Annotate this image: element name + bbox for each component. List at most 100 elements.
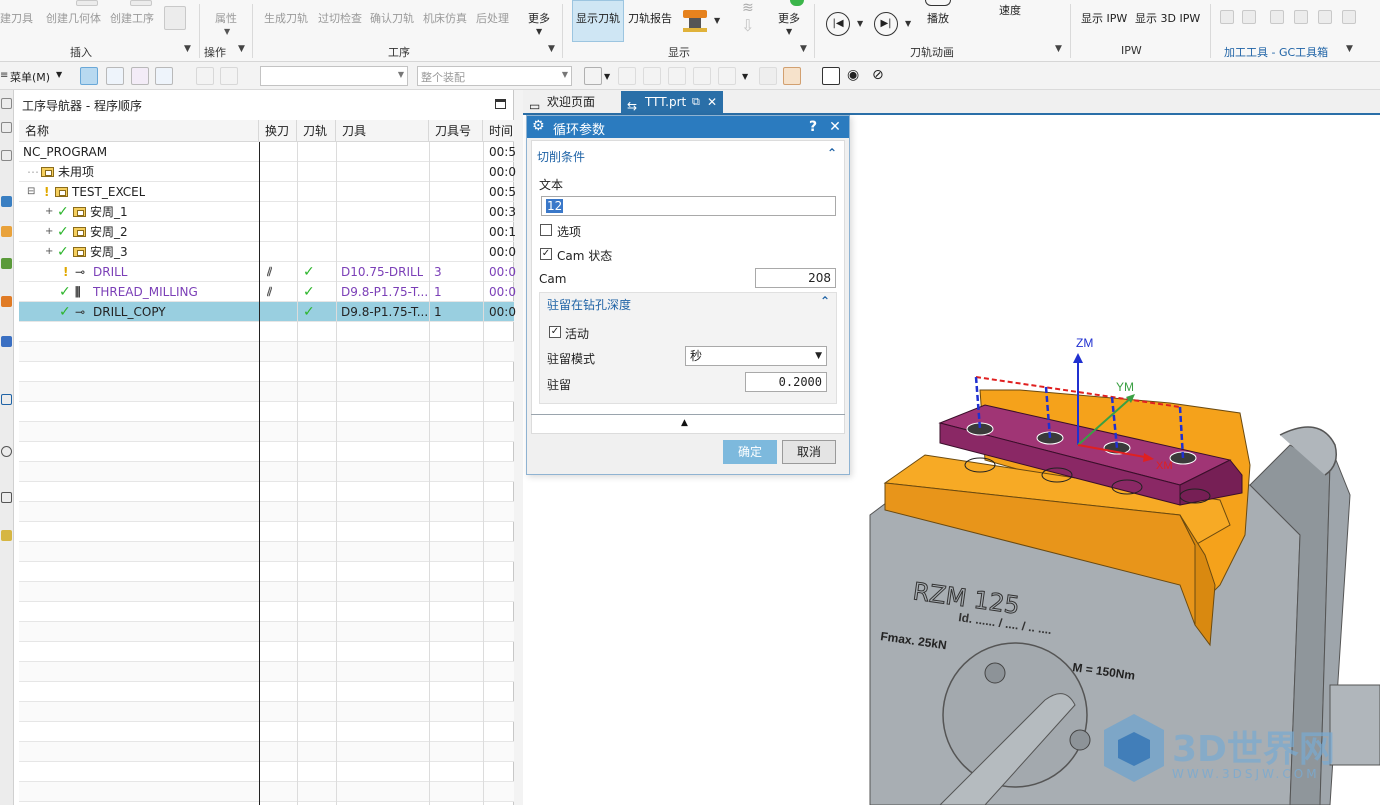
col-name[interactable]: 名称 [19,120,259,142]
group-gc-expander[interactable]: ▼ [1346,44,1353,54]
properties-button[interactable]: 属性 [215,10,237,26]
resource-icon-2[interactable] [1,122,12,133]
dwell-mode-select[interactable]: 秒 ▼ [685,346,827,366]
resource-icon-3[interactable] [1,150,12,161]
group-animation-expander[interactable]: ▼ [1055,44,1062,54]
play-button[interactable]: 播放 [927,10,949,26]
dwell-section-header[interactable]: 驻留在钻孔深度 [547,296,631,313]
show-3d-ipw-button[interactable]: 显示 3D IPW [1135,10,1200,26]
gc-tool-icon-2[interactable] [1242,10,1256,24]
step-back-icon[interactable]: |◀ [826,12,850,36]
table-row[interactable]: + ✓ 安周_3 00:0 [19,242,516,262]
table-row[interactable]: + ✓ 安周_1 00:3 [19,202,516,222]
program-order-view-icon[interactable] [80,67,98,85]
cube-view-icon[interactable] [759,67,777,85]
select-filter-dropdown-icon[interactable]: ▼ [742,72,748,81]
cam-input[interactable]: 208 [755,268,836,288]
cancel-button[interactable]: 取消 [782,440,836,464]
filter-b-icon[interactable] [220,67,238,85]
expand-toggle-icon[interactable]: + [45,202,53,222]
more-button-1[interactable]: 更多 [528,10,550,26]
mcs-icon[interactable] [822,67,840,85]
gc-tool-icon-6[interactable] [1342,10,1356,24]
filter-a-icon[interactable] [196,67,214,85]
menu-button[interactable]: 菜单(M) [10,69,50,85]
table-row-selected[interactable]: ✓ ⊸ DRILL_COPY ✓ D9.8-P1.75-T... 1 00:0 [19,302,516,322]
text-input[interactable]: 12 [541,196,836,216]
collapse-footer-icon[interactable]: ▲ [681,418,688,428]
speed-label[interactable]: 速度 [999,2,1021,18]
gc-tool-icon-1[interactable] [1220,10,1234,24]
gc-tool-icon-4[interactable] [1294,10,1308,24]
tool-display-dropdown-icon[interactable]: ▼ [714,16,720,25]
collapse-icon[interactable]: ⌃ [827,146,837,160]
select-filter-icon-1[interactable] [618,67,636,85]
maximize-icon[interactable] [495,99,506,109]
resource-icon-7[interactable] [1,296,12,307]
menu-dropdown-icon[interactable]: ▼ [56,70,62,79]
step-forward-dropdown-icon[interactable]: ▼ [905,19,911,28]
active-checkbox[interactable]: ✓ [549,326,561,338]
snap-options-icon[interactable] [584,67,602,85]
select-filter-icon-4[interactable] [693,67,711,85]
col-tool[interactable]: 刀具 [336,120,429,142]
resource-icon-4[interactable] [1,196,12,207]
table-row[interactable]: ✓ ⫼ THREAD_MILLING ⫽ ✓ D9.8-P1.75-T... 1… [19,282,516,302]
create-operation-button[interactable]: 创建工序 [110,10,154,26]
menu-grid-icon[interactable]: ≡ [0,70,8,81]
ok-button[interactable]: 确定 [723,440,777,464]
group-process-expander[interactable]: ▼ [548,44,555,54]
postprocess-button[interactable]: 后处理 [476,10,509,26]
tool-display-icon[interactable] [683,10,707,34]
option-checkbox[interactable] [540,224,552,236]
toolpath-report-button[interactable]: 刀轨报告 [628,10,672,26]
more-dropdown-icon-2[interactable]: ▼ [786,27,792,36]
gc-tool-icon-3[interactable] [1270,10,1284,24]
table-row[interactable]: + ✓ 安周_2 00:1 [19,222,516,242]
select-filter-icon-2[interactable] [643,67,661,85]
dwell-input[interactable]: 0.2000 [745,372,827,392]
method-view-icon[interactable] [155,67,173,85]
create-geometry-button[interactable]: 创建几何体 [46,10,101,26]
close-icon[interactable]: ✕ [825,117,845,137]
table-row[interactable]: ! ⊸ DRILL ⫽ ✓ D10.75-DRILL 3 00:0 [19,262,516,282]
col-time[interactable]: 时间 [483,120,514,142]
resource-icon-11[interactable] [1,492,12,503]
gc-tool-icon-5[interactable] [1318,10,1332,24]
machine-tool-view-icon[interactable] [106,67,124,85]
table-row[interactable]: ⊟ ! TEST_EXCEL 00:5 [19,182,516,202]
tab-ttt-prt[interactable]: ⇆ TTT.prt ⧉ ✕ [621,91,723,113]
group-insert-expander[interactable]: ▼ [184,44,191,54]
down-arrow-icon[interactable]: ⇩ [741,16,754,35]
shaded-cube-icon[interactable] [783,67,801,85]
step-back-dropdown-icon[interactable]: ▼ [857,19,863,28]
verify-toolpath-button[interactable]: 确认刀轨 [370,10,414,26]
cut-conditions-header[interactable]: 切削条件 [537,148,585,165]
create-tool-button[interactable]: 建刀具 [0,10,33,26]
group-ops-expander[interactable]: ▼ [238,44,245,54]
select-filter-icon-5[interactable] [718,67,736,85]
help-icon[interactable]: ? [803,117,823,137]
step-forward-icon[interactable]: ▶| [874,12,898,36]
resource-icon-1[interactable] [1,98,12,109]
collapse-icon[interactable]: ⌃ [820,294,830,308]
more-button-2[interactable]: 更多 [778,10,800,26]
resource-icon-6[interactable] [1,258,12,269]
gouge-check-button[interactable]: 过切检查 [318,10,362,26]
machining-scene[interactable]: ZM YM XM RZM 125 Id. ...... / .... / .. … [850,115,1380,805]
resource-icon-9[interactable] [1,394,12,405]
assembly-scope-combo[interactable]: 整个装配 ▼ [417,66,572,86]
snap-dropdown-icon[interactable]: ▼ [604,72,610,81]
resource-icon-8[interactable] [1,336,12,347]
selection-filter-combo[interactable]: ▼ [260,66,408,86]
collapse-toggle-icon[interactable]: ⊟ [27,182,35,202]
select-filter-icon-3[interactable] [668,67,686,85]
col-toolpath[interactable]: 刀轨 [297,120,336,142]
expand-toggle-icon[interactable]: + [45,242,53,262]
more-dropdown-icon-1[interactable]: ▼ [536,27,542,36]
cam-status-checkbox[interactable]: ✓ [540,248,552,260]
resource-icon-5[interactable] [1,226,12,237]
close-tab-icon[interactable]: ✕ [707,91,717,113]
geometry-view-icon[interactable] [131,67,149,85]
table-row[interactable]: NC_PROGRAM 00:5 [19,142,516,162]
